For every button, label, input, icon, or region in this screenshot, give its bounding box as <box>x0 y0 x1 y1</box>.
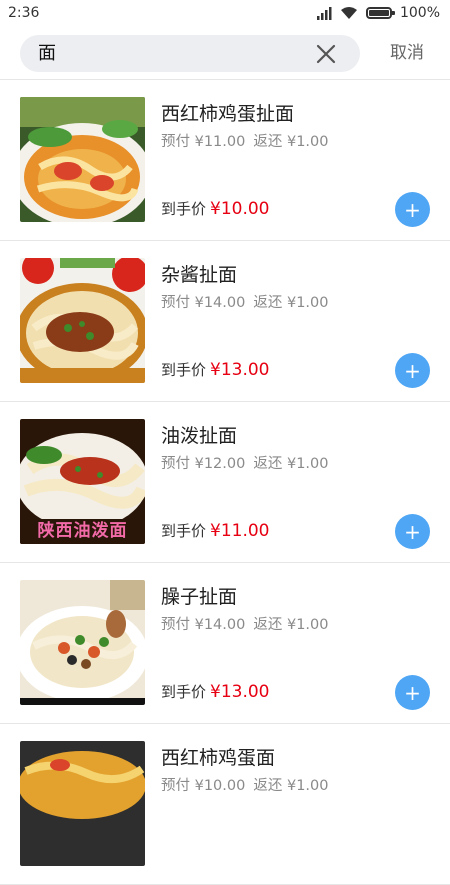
wifi-icon <box>340 7 357 19</box>
prepay-price: 预付 ¥10.00 <box>161 778 246 794</box>
add-to-cart-button[interactable]: + <box>395 353 430 388</box>
signal-icon <box>316 7 332 20</box>
item-name: 西红柿鸡蛋扯面 <box>161 103 295 125</box>
food-image <box>20 741 145 866</box>
rebate-price: 返还 ¥1.00 <box>253 456 329 472</box>
prepay-price: 预付 ¥11.00 <box>161 134 246 150</box>
prepay-price: 预付 ¥12.00 <box>161 456 246 472</box>
add-to-cart-button[interactable]: + <box>395 675 430 710</box>
battery-percent: 100% <box>399 5 440 21</box>
prepay-price: 预付 ¥14.00 <box>161 617 246 633</box>
list-item[interactable]: 陕西油泼面 油泼扯面 预付 ¥12.00 返还 ¥1.00 到手价 ¥11.00 + <box>0 402 450 563</box>
list-item[interactable]: 西红柿鸡蛋面 预付 ¥10.00 返还 ¥1.00 <box>0 724 450 885</box>
final-price-label: 到手价 <box>161 522 207 540</box>
rebate-price: 返还 ¥1.00 <box>253 134 329 150</box>
add-to-cart-button[interactable]: + <box>395 514 430 549</box>
image-caption: 陕西油泼面 <box>37 521 128 541</box>
status-icons: 100% <box>316 5 440 21</box>
item-name: 臊子扯面 <box>161 586 238 608</box>
item-prices: 预付 ¥14.00 返还 ¥1.00 <box>161 613 328 634</box>
item-prices: 预付 ¥12.00 返还 ¥1.00 <box>161 452 328 473</box>
search-bar: 取消 <box>0 26 450 80</box>
item-name: 杂酱扯面 <box>161 264 238 286</box>
rebate-price: 返还 ¥1.00 <box>253 778 329 794</box>
item-prices: 预付 ¥10.00 返还 ¥1.00 <box>161 774 328 795</box>
final-price-label: 到手价 <box>161 200 207 218</box>
final-price-row: 到手价 ¥11.00 <box>161 520 270 541</box>
status-time: 2:36 <box>8 5 40 21</box>
food-image <box>20 97 145 222</box>
item-name: 油泼扯面 <box>161 425 238 447</box>
item-name: 西红柿鸡蛋面 <box>161 747 276 769</box>
final-price-label: 到手价 <box>161 361 207 379</box>
cancel-button[interactable]: 取消 <box>390 35 424 72</box>
clear-icon[interactable] <box>316 44 336 64</box>
search-input[interactable] <box>38 35 298 72</box>
final-price-row: 到手价 ¥10.00 <box>161 198 270 219</box>
food-image <box>20 258 145 383</box>
prepay-price: 预付 ¥14.00 <box>161 295 246 311</box>
final-price-label: 到手价 <box>161 683 207 701</box>
final-price-row: 到手价 ¥13.00 <box>161 359 270 380</box>
list-item[interactable]: 杂酱扯面 预付 ¥14.00 返还 ¥1.00 到手价 ¥13.00 + <box>0 241 450 402</box>
final-price: ¥13.00 <box>210 682 270 702</box>
item-prices: 预付 ¥11.00 返还 ¥1.00 <box>161 130 328 151</box>
battery-icon <box>365 7 395 19</box>
final-price: ¥13.00 <box>210 360 270 380</box>
list-item[interactable]: 西红柿鸡蛋扯面 预付 ¥11.00 返还 ¥1.00 到手价 ¥10.00 + <box>0 80 450 241</box>
status-bar: 2:36 100% <box>0 0 450 26</box>
food-image: 陕西油泼面 <box>20 419 145 544</box>
list-item[interactable]: 臊子扯面 预付 ¥14.00 返还 ¥1.00 到手价 ¥13.00 + <box>0 563 450 724</box>
final-price-row: 到手价 ¥13.00 <box>161 681 270 702</box>
rebate-price: 返还 ¥1.00 <box>253 617 329 633</box>
search-box <box>20 35 360 72</box>
result-list: 西红柿鸡蛋扯面 预付 ¥11.00返还 ¥1.00 到手价¥10.00 + <box>0 80 450 885</box>
rebate-price: 返还 ¥1.00 <box>253 295 329 311</box>
final-price: ¥11.00 <box>210 521 270 541</box>
add-to-cart-button[interactable]: + <box>395 192 430 227</box>
final-price: ¥10.00 <box>210 199 270 219</box>
item-prices: 预付 ¥14.00 返还 ¥1.00 <box>161 291 328 312</box>
battery-fill <box>368 10 389 16</box>
food-image <box>20 580 145 705</box>
